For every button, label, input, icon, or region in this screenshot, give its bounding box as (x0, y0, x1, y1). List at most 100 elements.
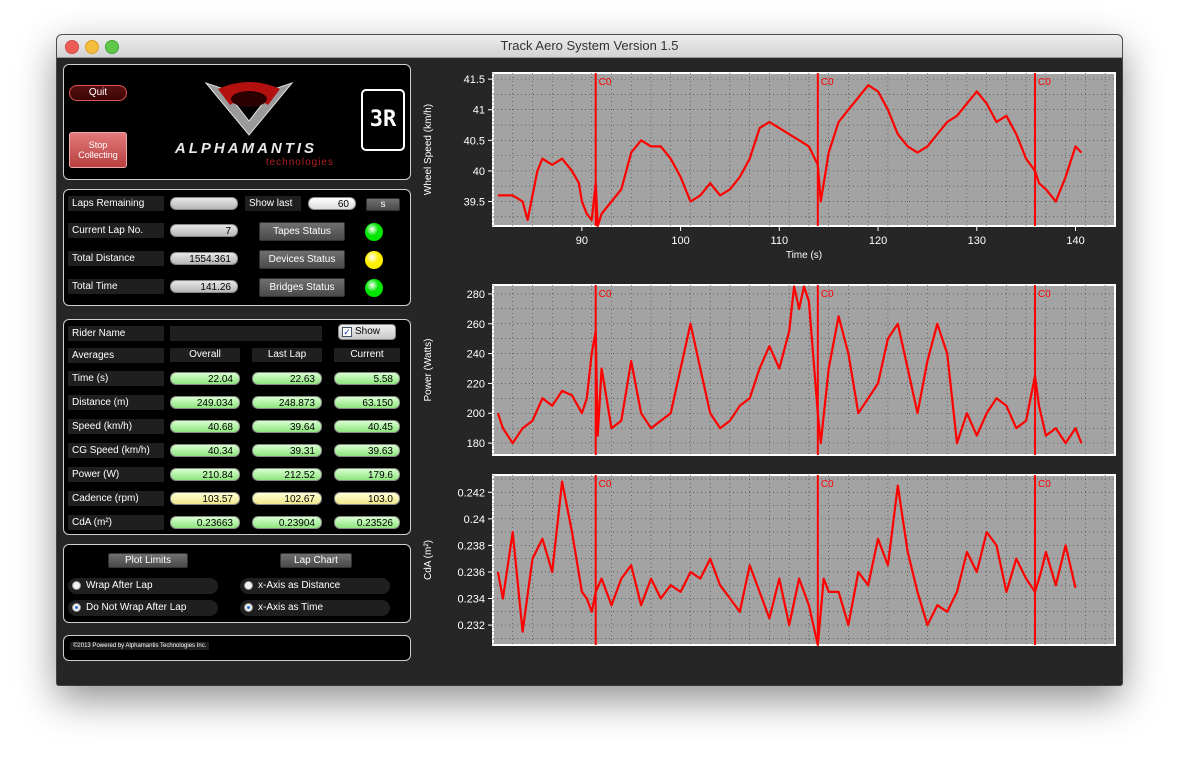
averages-cell: 212.52 (252, 468, 322, 481)
averages-row-label: Power (W) (68, 467, 164, 482)
averages-cell: 5.58 (334, 372, 400, 385)
current-lap-label: Current Lap No. (68, 223, 164, 238)
x-axis-time-label: x-Axis as Time (258, 602, 324, 613)
stop-collecting-button[interactable]: Stop Collecting (69, 132, 127, 168)
alphamantis-logo-icon (204, 81, 294, 136)
devices-status-indicator (365, 251, 383, 269)
radio-icon (72, 581, 81, 590)
copyright-text: ©2013 Powered by Alphamantis Technologie… (70, 642, 210, 650)
averages-row-label: Cadence (rpm) (68, 491, 164, 506)
x-tick-label: 120 (869, 235, 887, 247)
y-tick-label: 41 (473, 105, 485, 117)
radio-selected-icon (72, 603, 81, 612)
y-axis-label: Power (Watts) (423, 339, 434, 402)
logo-subtext: technologies (265, 157, 334, 168)
options-panel: Plot Limits Lap Chart Wrap After Lap Do … (63, 544, 411, 623)
laps-remaining-field[interactable] (170, 197, 238, 210)
averages-cell: 39.63 (334, 444, 400, 457)
plot-limits-button[interactable]: Plot Limits (108, 553, 188, 568)
x-tick-label: 130 (968, 235, 986, 247)
bridges-status-indicator (365, 279, 383, 297)
x-tick-label: 90 (576, 235, 588, 247)
x-tick-label: 110 (771, 235, 789, 247)
y-tick-label: 0.24 (464, 514, 485, 526)
tapes-status-button[interactable]: Tapes Status (259, 222, 345, 241)
lap-marker-label: C0 (821, 289, 834, 300)
window-title: Track Aero System Version 1.5 (500, 38, 679, 53)
lap-marker-label: C0 (1038, 289, 1051, 300)
lap-marker-label: C0 (1038, 479, 1051, 490)
app-window: Track Aero System Version 1.5 Quit Stop … (57, 35, 1122, 685)
averages-cell: 39.31 (252, 444, 322, 457)
total-distance-field: 1554.361 (170, 252, 238, 265)
averages-cell: 22.63 (252, 372, 322, 385)
logo-text: ALPHAMANTIS (174, 140, 318, 157)
averages-cell: 0.23663 (170, 516, 240, 529)
no-wrap-after-lap-option[interactable]: Do Not Wrap After Lap (68, 600, 218, 616)
averages-cell: 0.23526 (334, 516, 400, 529)
lap-marker-label: C0 (599, 289, 612, 300)
current-lap-field: 7 (170, 224, 238, 237)
main-content: Quit Stop Collecting ALPHAMANTIS technol… (57, 58, 1122, 685)
wrap-after-lap-option[interactable]: Wrap After Lap (68, 578, 218, 594)
tapes-status-indicator (365, 223, 383, 241)
y-tick-label: 240 (467, 349, 485, 361)
footer-panel: ©2013 Powered by Alphamantis Technologie… (63, 635, 411, 661)
devices-status-button[interactable]: Devices Status (259, 250, 345, 269)
averages-row-label: Speed (km/h) (68, 419, 164, 434)
y-tick-label: 0.238 (457, 540, 485, 552)
rider-name-label: Rider Name (68, 326, 164, 341)
y-tick-label: 0.232 (457, 620, 485, 632)
x-tick-label: 100 (671, 235, 689, 247)
bridges-status-button[interactable]: Bridges Status (259, 278, 345, 297)
show-last-unit-button[interactable]: s (366, 198, 400, 211)
averages-cell: 40.68 (170, 420, 240, 433)
x-tick-label: 140 (1066, 235, 1084, 247)
x-axis-distance-option[interactable]: x-Axis as Distance (240, 578, 390, 594)
show-checkbox[interactable]: ✓ Show (338, 324, 396, 340)
y-axis-label: Wheel Speed (km/h) (423, 104, 434, 195)
y-tick-label: 0.234 (457, 594, 485, 606)
averages-cell: 0.23904 (252, 516, 322, 529)
rider-panel: Rider Name ✓ Show Averages Overall Last … (63, 319, 411, 535)
y-tick-label: 260 (467, 319, 485, 331)
averages-label: Averages (68, 348, 164, 363)
column-header-last-lap: Last Lap (252, 348, 322, 362)
show-checkbox-label: Show (355, 326, 381, 337)
radio-selected-icon (244, 603, 253, 612)
stop-label-line1: Stop (88, 140, 108, 150)
column-header-current: Current (334, 348, 400, 362)
show-last-input[interactable]: 60 (308, 197, 356, 210)
y-axis-label: CdA (m²) (423, 540, 434, 580)
averages-row-label: CG Speed (km/h) (68, 443, 164, 458)
title-bar: Track Aero System Version 1.5 (57, 35, 1122, 58)
quit-button[interactable]: Quit (69, 85, 127, 101)
rider-name-field[interactable] (170, 326, 322, 341)
averages-cell: 248.873 (252, 396, 322, 409)
averages-cell: 40.34 (170, 444, 240, 457)
y-tick-label: 280 (467, 289, 485, 301)
laps-remaining-label: Laps Remaining (68, 196, 164, 211)
x-axis-label: Time (s) (786, 250, 822, 261)
lap-marker-label: C0 (599, 77, 612, 88)
lap-chart-button[interactable]: Lap Chart (280, 553, 352, 568)
averages-row-label: Time (s) (68, 371, 164, 386)
track-badge: 3R (361, 89, 405, 151)
status-panel: Laps Remaining Show last 60 s Current La… (63, 189, 411, 306)
y-tick-label: 40.5 (464, 135, 485, 147)
column-header-overall: Overall (170, 348, 240, 362)
lap-marker-label: C0 (821, 77, 834, 88)
x-axis-time-option[interactable]: x-Axis as Time (240, 600, 390, 616)
averages-cell: 63.150 (334, 396, 400, 409)
radio-icon (244, 581, 253, 590)
wheel-speed-chart: 39.5 40 40.5 41 41.5 Wheel Speed (km/h) 90 100 1… (419, 68, 1119, 273)
show-last-label: Show last (245, 196, 301, 211)
averages-cell: 103.0 (334, 492, 400, 505)
y-tick-label: 220 (467, 378, 485, 390)
y-tick-label: 0.236 (457, 567, 485, 579)
averages-cell: 102.67 (252, 492, 322, 505)
averages-row-label: CdA (m²) (68, 515, 164, 530)
total-distance-label: Total Distance (68, 251, 164, 266)
averages-cell: 249.034 (170, 396, 240, 409)
cda-chart: 0.232 0.234 0.236 0.238 0.24 0.242 CdA (m²) C0 C… (419, 470, 1119, 650)
